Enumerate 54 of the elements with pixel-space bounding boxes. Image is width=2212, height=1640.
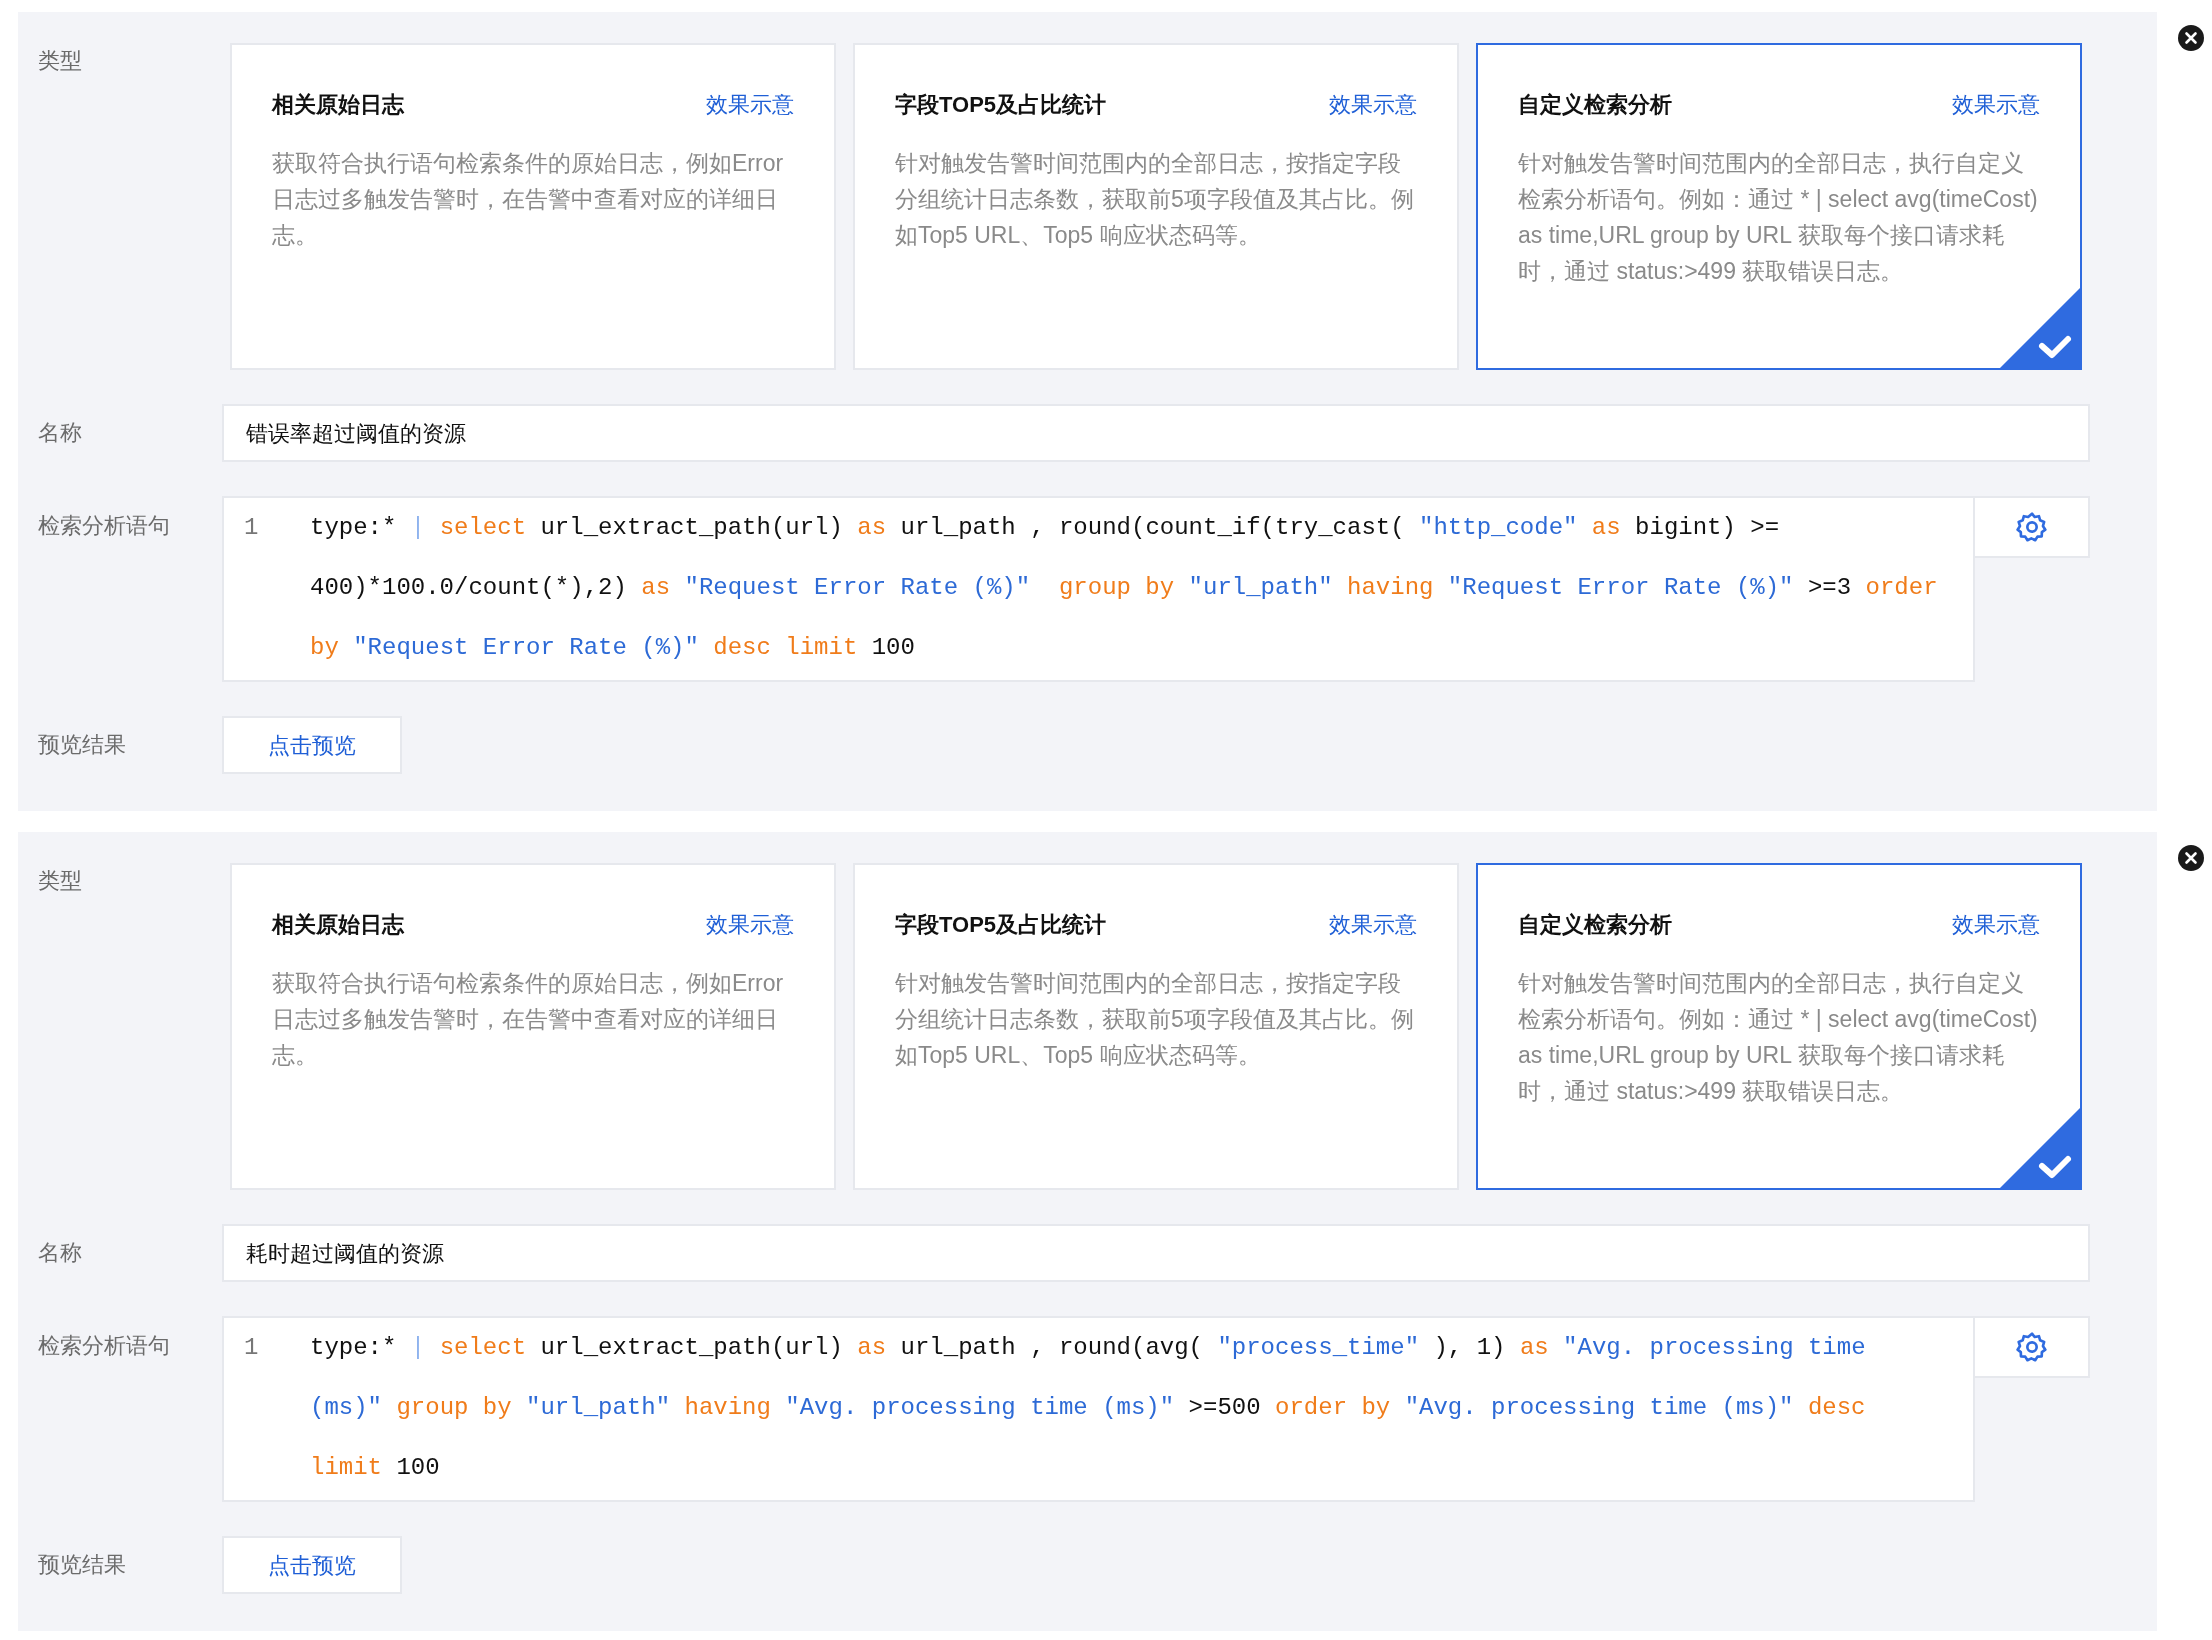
field-label: 预览结果: [38, 1552, 126, 1577]
type-card[interactable]: 相关原始日志 效果示意 获取符合执行语句检索条件的原始日志，例如Error日志过多触发告警时，在告警中查看对应的详细日志。: [230, 863, 836, 1190]
card-description: 针对触发告警时间范围内的全部日志，按指定字段分组统计日志条数，获取前5项字段值及其占比。例如Top5 URL、Top5 响应状态码等。: [895, 969, 1415, 1070]
preview-button[interactable]: 点击预览: [222, 1536, 402, 1594]
card-title: 自定义检索分析: [1518, 91, 1672, 119]
settings-icon: [2015, 1331, 2048, 1363]
field-label: 检索分析语句: [38, 513, 170, 538]
settings-icon: [2015, 511, 2048, 543]
code-line: (ms)" group by "url_path" having "Avg. processing time (ms)" >=500 order by "Avg. processing time (ms)" desc: [310, 1393, 1866, 1423]
type-card[interactable]: 相关原始日志 效果示意 获取符合执行语句检索条件的原始日志，例如Error日志过多触发告警时，在告警中查看对应的详细日志。: [230, 43, 836, 370]
card-description: 针对触发告警时间范围内的全部日志，执行自定义检索分析语句。例如：通过 * | select avg(timeCost) as time,URL group by URL 获取每个接口请求耗时，通过 status:>499 获取错误日志。: [1518, 149, 2039, 286]
name-input[interactable]: 错误率超过阈值的资源: [222, 404, 2090, 462]
card-title: 字段TOP5及占比统计: [895, 911, 1107, 939]
code-line: 400)*100.0/count(*),2) as "Request Error Rate (%)" group by "url_path" having "Request Error Rate (%)" >=3 order: [310, 573, 1938, 603]
settings-button[interactable]: [1975, 496, 2090, 558]
demo-link[interactable]: 效果示意: [1952, 909, 2040, 941]
close-icon[interactable]: [2178, 845, 2204, 871]
close-icon[interactable]: [2178, 25, 2204, 51]
type-card[interactable]: 字段TOP5及占比统计 效果示意 针对触发告警时间范围内的全部日志，按指定字段分组统计日志条数，获取前5项字段值及其占比。例如Top5 URL、Top5 响应状态码等。: [853, 863, 1459, 1190]
type-card[interactable]: 字段TOP5及占比统计 效果示意 针对触发告警时间范围内的全部日志，按指定字段分组统计日志条数，获取前5项字段值及其占比。例如Top5 URL、Top5 响应状态码等。: [853, 43, 1459, 370]
demo-link[interactable]: 效果示意: [1329, 89, 1417, 121]
line-number: 1: [244, 514, 259, 541]
card-title: 自定义检索分析: [1518, 911, 1672, 939]
settings-button[interactable]: [1975, 1316, 2090, 1378]
card-title: 相关原始日志: [272, 91, 404, 119]
field-label: 类型: [38, 868, 82, 893]
code-editor[interactable]: [222, 1316, 1975, 1502]
field-label: 预览结果: [38, 732, 126, 757]
card-title: 字段TOP5及占比统计: [895, 91, 1107, 119]
code-line: type:* | select url_extract_path(url) as url_path , round(avg( "process_time" ), 1) as "Avg. processing time: [310, 1333, 1866, 1363]
card-description: 针对触发告警时间范围内的全部日志，按指定字段分组统计日志条数，获取前5项字段值及其占比。例如Top5 URL、Top5 响应状态码等。: [895, 149, 1415, 250]
field-label: 类型: [38, 48, 82, 73]
field-label: 名称: [38, 420, 82, 445]
field-label: 检索分析语句: [38, 1333, 170, 1358]
demo-link[interactable]: 效果示意: [706, 909, 794, 941]
line-number: 1: [244, 1334, 259, 1361]
demo-link[interactable]: 效果示意: [1329, 909, 1417, 941]
selected-check-icon: [2000, 1108, 2080, 1188]
code-editor[interactable]: [222, 496, 1975, 682]
card-title: 相关原始日志: [272, 911, 404, 939]
card-description: 针对触发告警时间范围内的全部日志，执行自定义检索分析语句。例如：通过 * | select avg(timeCost) as time,URL group by URL 获取每个接口请求耗时，通过 status:>499 获取错误日志。: [1518, 969, 2039, 1106]
name-input[interactable]: 耗时超过阈值的资源: [222, 1224, 2090, 1282]
field-label: 名称: [38, 1240, 82, 1265]
code-line: limit 100: [310, 1453, 441, 1483]
type-card[interactable]: 自定义检索分析 效果示意 针对触发告警时间范围内的全部日志，执行自定义检索分析语句。例如：通过 * | select avg(timeCost) as time,URL group by URL 获取每个接口请求耗时，通过 status:>499 获取错误日志。: [1476, 43, 2082, 370]
preview-button[interactable]: 点击预览: [222, 716, 402, 774]
demo-link[interactable]: 效果示意: [706, 89, 794, 121]
selected-check-icon: [2000, 288, 2080, 368]
code-line: by "Request Error Rate (%)" desc limit 100: [310, 633, 916, 663]
demo-link[interactable]: 效果示意: [1952, 89, 2040, 121]
card-description: 获取符合执行语句检索条件的原始日志，例如Error日志过多触发告警时，在告警中查看对应的详细日志。: [272, 149, 785, 250]
code-line: type:* | select url_extract_path(url) as url_path , round(count_if(try_cast( "http_code" as bigint) >=: [310, 513, 1781, 543]
type-card[interactable]: 自定义检索分析 效果示意 针对触发告警时间范围内的全部日志，执行自定义检索分析语句。例如：通过 * | select avg(timeCost) as time,URL group by URL 获取每个接口请求耗时，通过 status:>499 获取错误日志。: [1476, 863, 2082, 1190]
card-description: 获取符合执行语句检索条件的原始日志，例如Error日志过多触发告警时，在告警中查看对应的详细日志。: [272, 969, 785, 1070]
